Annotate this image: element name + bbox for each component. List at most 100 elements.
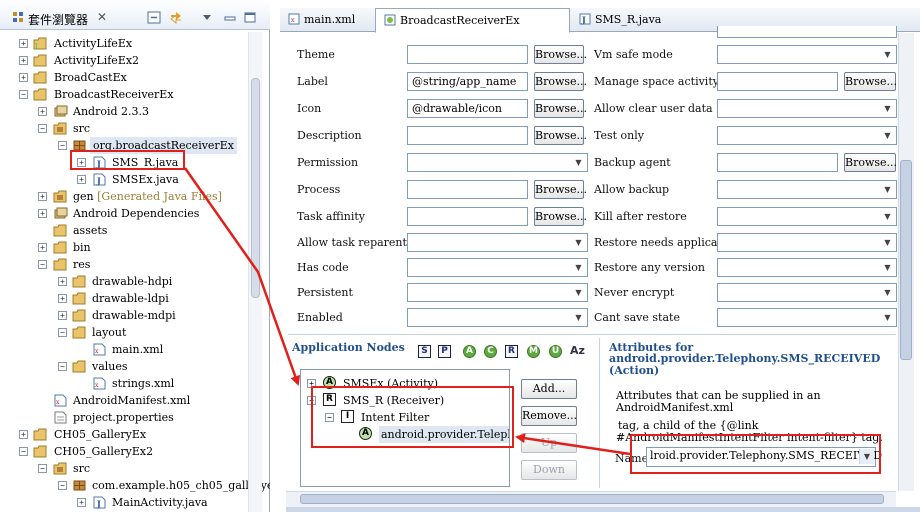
kill-after-restore-select[interactable]: ▼ [717, 207, 897, 226]
activity-filter-icon[interactable]: A [463, 345, 476, 358]
allow-clear-user-data-select[interactable]: ▼ [717, 99, 897, 118]
move-down-button[interactable]: Down [521, 460, 577, 480]
partial-select[interactable] [717, 26, 897, 38]
chevron-down-icon: ▼ [884, 288, 891, 297]
description-label: Description [297, 129, 362, 142]
explorer-scroll-thumb[interactable] [251, 78, 260, 298]
svg-text:J: J [96, 499, 101, 509]
permission-select[interactable]: ▼ [407, 153, 588, 172]
tree-item-label: src [73, 122, 91, 135]
description-field[interactable] [407, 126, 528, 145]
service-filter-icon[interactable]: S [418, 345, 431, 358]
never-encrypt-select[interactable]: ▼ [717, 283, 897, 302]
tree-item-label: strings.xml [112, 377, 175, 390]
remove-node-button[interactable]: Remove... [521, 406, 577, 426]
tree-item-label: src [73, 462, 91, 475]
maximize-icon[interactable] [243, 11, 257, 24]
chevron-down-icon: ▼ [884, 185, 891, 194]
folder-icon [72, 292, 86, 305]
view-menu-icon[interactable] [200, 11, 214, 24]
metadata-filter-icon[interactable]: M [527, 345, 540, 358]
collapse-all-icon[interactable] [147, 11, 161, 24]
label-field[interactable]: @string/app_name [407, 72, 528, 91]
tab-label: SMS_R.java [595, 13, 662, 26]
cant-save-state-select[interactable]: ▼ [717, 308, 897, 327]
project-folder-icon [33, 88, 47, 101]
has-code-label: Has code [297, 261, 349, 274]
kill-after-restore-label: Kill after restore [594, 210, 687, 223]
allow-clear-user-data-label: Allow clear user data [594, 102, 713, 115]
vm-safe-mode-select[interactable]: ▼ [717, 45, 897, 64]
provider-filter-icon[interactable]: P [438, 345, 451, 358]
has-code-select[interactable]: ▼ [407, 258, 588, 277]
enabled-select[interactable]: ▼ [407, 308, 588, 327]
highlight-box-name-field [630, 434, 881, 474]
process-browse-button[interactable]: Browse... [534, 180, 587, 199]
restore-needs-application-select[interactable]: ▼ [717, 233, 897, 252]
uses-library-filter-icon[interactable]: U [549, 345, 562, 358]
editor-vertical-scroll-thumb[interactable] [900, 160, 912, 360]
highlight-box-receiver-node [311, 386, 514, 448]
test-only-select[interactable]: ▼ [717, 126, 897, 145]
tree-item-label: bin [73, 241, 91, 254]
task-affinity-browse-button[interactable]: Browse... [534, 207, 587, 226]
xml-file-icon: x [54, 394, 67, 407]
restore-any-version-select[interactable]: ▼ [717, 258, 897, 277]
close-icon[interactable]: ✕ [97, 10, 107, 24]
icon-field[interactable]: @drawable/icon [407, 99, 528, 118]
library-icon [54, 105, 68, 117]
tree-item-label: ActivityLifeEx2 [54, 54, 140, 67]
library-icon [54, 207, 68, 219]
editor-horizontal-scroll-thumb[interactable] [300, 494, 884, 504]
tree-item-label: drawable-mdpi [92, 309, 176, 322]
tree-item-label: MainActivity.java [112, 496, 208, 509]
project-folder-icon [33, 71, 47, 84]
chevron-down-icon: ▼ [575, 238, 582, 247]
theme-browse-button[interactable]: Browse... [534, 45, 587, 64]
panel-divider [599, 338, 600, 488]
backup-agent-label: Backup agent [594, 156, 671, 169]
chevron-down-icon: ▼ [884, 212, 891, 221]
tab-main-xml[interactable]: x main.xml [280, 8, 374, 32]
persistent-select[interactable]: ▼ [407, 283, 588, 302]
description-browse-button[interactable]: Browse... [534, 126, 587, 145]
icon-browse-button[interactable]: Browse... [534, 99, 587, 118]
backup-agent-browse-button[interactable]: Browse... [844, 153, 897, 172]
task-affinity-label: Task affinity [297, 210, 365, 223]
minimize-icon[interactable] [223, 11, 237, 24]
receiver-filter-icon[interactable]: R [505, 345, 518, 358]
move-up-button[interactable]: Up [521, 433, 577, 453]
permission-label: Permission [297, 156, 359, 169]
tree-item-label: layout [92, 326, 127, 339]
explorer-view-tab[interactable]: 套件瀏覽器 ✕ [0, 0, 270, 30]
activity-alias-filter-icon[interactable]: C [484, 345, 497, 358]
link-with-editor-icon[interactable] [169, 11, 183, 24]
java-file-icon: J [579, 13, 591, 25]
explorer-title: 套件瀏覽器 [28, 13, 89, 27]
tab-sms-r-java[interactable]: J SMS_R.java [571, 8, 671, 32]
xml-file-icon: x [288, 13, 300, 25]
project-folder-icon [33, 54, 47, 67]
tab-manifest[interactable]: BroadcastReceiverEx Manifest✕ [375, 8, 570, 51]
process-field[interactable] [407, 180, 528, 199]
package-explorer: 套件瀏覽器 ✕ + J ActivityLifeEx + ActivityLif… [0, 0, 270, 512]
highlight-box-sms-r [70, 150, 185, 170]
backup-agent-field[interactable] [717, 153, 838, 172]
tree-item-label: Android Dependencies [73, 207, 200, 220]
tree-item-label: project.properties [73, 411, 174, 424]
chevron-down-icon: ▼ [884, 104, 891, 113]
label-browse-button[interactable]: Browse... [534, 72, 587, 91]
manifest-icon [384, 14, 396, 26]
allow-task-reparenting-select[interactable]: ▼ [407, 233, 588, 252]
tree-item-label: main.xml [112, 343, 164, 356]
allow-backup-select[interactable]: ▼ [717, 180, 897, 199]
folder-icon [72, 309, 86, 322]
sort-alpha-icon[interactable]: Az [570, 345, 585, 358]
add-node-button[interactable]: Add... [521, 379, 577, 399]
theme-field[interactable] [407, 45, 528, 64]
manage-space-activity-browse-button[interactable]: Browse... [844, 72, 897, 91]
chevron-down-icon: ▼ [575, 263, 582, 272]
manage-space-activity-field[interactable] [717, 72, 838, 91]
tree-item-label: BroadCastEx [54, 71, 127, 84]
task-affinity-field[interactable] [407, 207, 528, 226]
